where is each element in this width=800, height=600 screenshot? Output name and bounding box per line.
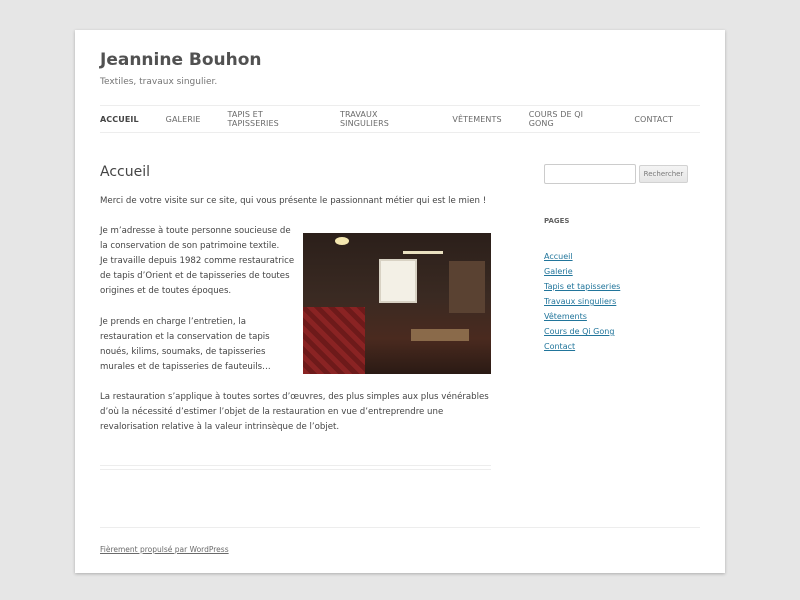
nav-item-qi-gong[interactable]: Cours de Qi Gong xyxy=(529,110,608,128)
list-item: Cours de Qi Gong xyxy=(544,319,620,336)
main-navigation: Accueil Galerie Tapis et tapisseries Tra… xyxy=(100,105,700,133)
nav-item-contact[interactable]: Contact xyxy=(634,115,673,124)
pages-list: Accueil Galerie Tapis et tapisseries Tra… xyxy=(544,244,620,351)
intro-paragraph: Merci de votre visite sur ce site, qui v… xyxy=(100,196,487,206)
list-item: Contact xyxy=(544,334,620,351)
lamp-shape xyxy=(335,237,349,245)
list-item: Accueil xyxy=(544,244,620,261)
site-title[interactable]: Jeannine Bouhon xyxy=(100,50,262,70)
paragraph-1: Je m’adresse à toute personne soucieuse … xyxy=(100,224,295,299)
nav-item-travaux[interactable]: Travaux singuliers xyxy=(340,110,425,128)
list-item: Galerie xyxy=(544,259,620,276)
pages-widget-title: Pages xyxy=(544,217,570,225)
page-container: Jeannine Bouhon Textiles, travaux singul… xyxy=(75,30,725,573)
list-item: Tapis et tapisseries xyxy=(544,274,620,291)
paragraph-1-line-2: Je travaille depuis 1982 comme restaurat… xyxy=(100,256,295,296)
nav-item-tapis[interactable]: Tapis et tapisseries xyxy=(228,110,313,128)
footer-credit-link[interactable]: Fièrement propulsé par WordPress xyxy=(100,545,229,554)
list-item: Vêtements xyxy=(544,304,620,321)
nav-item-vetements[interactable]: Vêtements xyxy=(452,115,501,124)
window-shape xyxy=(379,259,417,303)
paragraph-1-line-1: Je m’adresse à toute personne soucieuse … xyxy=(100,226,291,251)
nav-item-galerie[interactable]: Galerie xyxy=(166,115,201,124)
page-title: Accueil xyxy=(100,164,150,180)
list-item: Travaux singuliers xyxy=(544,289,620,306)
ceiling-light-shape xyxy=(403,251,443,254)
content-divider xyxy=(100,465,491,470)
search-button[interactable]: Rechercher xyxy=(639,165,688,183)
paragraph-2: Je prends en charge l’entretien, la rest… xyxy=(100,317,271,372)
page-link-contact[interactable]: Contact xyxy=(544,342,575,351)
paragraph-3: La restauration s’applique à toutes sort… xyxy=(100,392,489,432)
workshop-photo[interactable] xyxy=(303,233,491,374)
nav-item-accueil[interactable]: Accueil xyxy=(100,115,139,124)
site-description: Textiles, travaux singulier. xyxy=(100,77,218,87)
footer-divider xyxy=(100,527,700,528)
search-input[interactable] xyxy=(544,164,636,184)
rug-shape xyxy=(303,307,365,374)
shelf-shape xyxy=(449,261,485,313)
table-shape xyxy=(411,329,469,341)
